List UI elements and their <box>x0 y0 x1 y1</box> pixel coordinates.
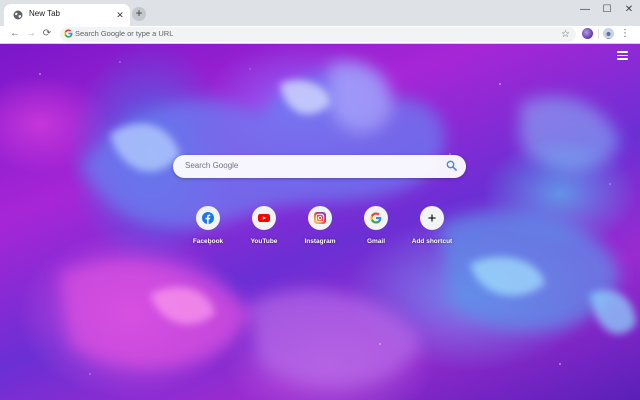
tab-new-tab[interactable]: New Tab ✕ <box>4 4 130 26</box>
youtube-icon <box>258 214 270 222</box>
shortcut-label: YouTube <box>250 238 278 245</box>
maximize-button[interactable]: ☐ <box>596 0 618 20</box>
shortcut-tile <box>420 206 444 230</box>
tab-title: New Tab <box>29 9 60 18</box>
window-controls: — ☐ ✕ <box>574 0 640 20</box>
shortcut-youtube[interactable]: YouTube <box>236 206 292 256</box>
shortcut-label: Facebook <box>192 238 224 245</box>
new-tab-page: Search Google Facebook YouTube Instagram… <box>0 44 640 400</box>
shortcut-label: Gmail <box>366 238 386 245</box>
customize-menu-icon[interactable] <box>617 51 629 61</box>
search-icon[interactable] <box>446 160 457 171</box>
shortcut-tile <box>308 206 332 230</box>
shortcut-facebook[interactable]: Facebook <box>180 206 236 256</box>
forward-button[interactable]: → <box>24 27 38 41</box>
minimize-button[interactable]: — <box>574 0 596 20</box>
globe-icon <box>13 10 23 20</box>
omnibox-placeholder: Search Google or type a URL <box>75 29 174 38</box>
search-placeholder: Search Google <box>185 161 239 170</box>
back-button[interactable]: ← <box>8 27 22 41</box>
shortcut-instagram[interactable]: Instagram <box>292 206 348 256</box>
ntp-search-box[interactable]: Search Google <box>173 155 466 178</box>
shortcut-add[interactable]: Add shortcut <box>404 206 460 256</box>
profile-avatar[interactable] <box>603 28 614 39</box>
close-window-button[interactable]: ✕ <box>618 0 640 20</box>
shortcut-label: Instagram <box>304 238 336 245</box>
browser-window: New Tab ✕ + — ☐ ✕ ← → ⟳ Search Google or… <box>0 0 640 400</box>
plus-icon <box>428 214 436 222</box>
facebook-icon <box>202 212 214 224</box>
bookmark-star-icon[interactable]: ☆ <box>561 27 570 42</box>
new-tab-button[interactable]: + <box>132 7 146 21</box>
chrome-menu-button[interactable]: ⋮ <box>619 26 631 42</box>
shortcut-tile <box>252 206 276 230</box>
browser-toolbar: ← → ⟳ Search Google or type a URL ☆ ⋮ <box>0 26 640 44</box>
toolbar-divider <box>598 29 599 39</box>
google-icon <box>370 212 382 224</box>
google-icon <box>64 29 73 38</box>
shortcut-gmail[interactable]: Gmail <box>348 206 404 256</box>
shortcut-tile <box>196 206 220 230</box>
reload-button[interactable]: ⟳ <box>40 27 54 41</box>
tab-strip: New Tab ✕ + — ☐ ✕ <box>0 0 640 26</box>
person-icon <box>605 32 612 39</box>
omnibox[interactable]: Search Google or type a URL ☆ <box>60 27 576 42</box>
shortcut-label: Add shortcut <box>411 238 453 245</box>
instagram-icon <box>314 212 326 224</box>
shortcut-tile <box>364 206 388 230</box>
tab-close-icon[interactable]: ✕ <box>114 9 126 21</box>
shortcuts-grid: Facebook YouTube Instagram Gmail Add sho… <box>180 206 460 256</box>
extension-icon[interactable] <box>582 28 593 39</box>
